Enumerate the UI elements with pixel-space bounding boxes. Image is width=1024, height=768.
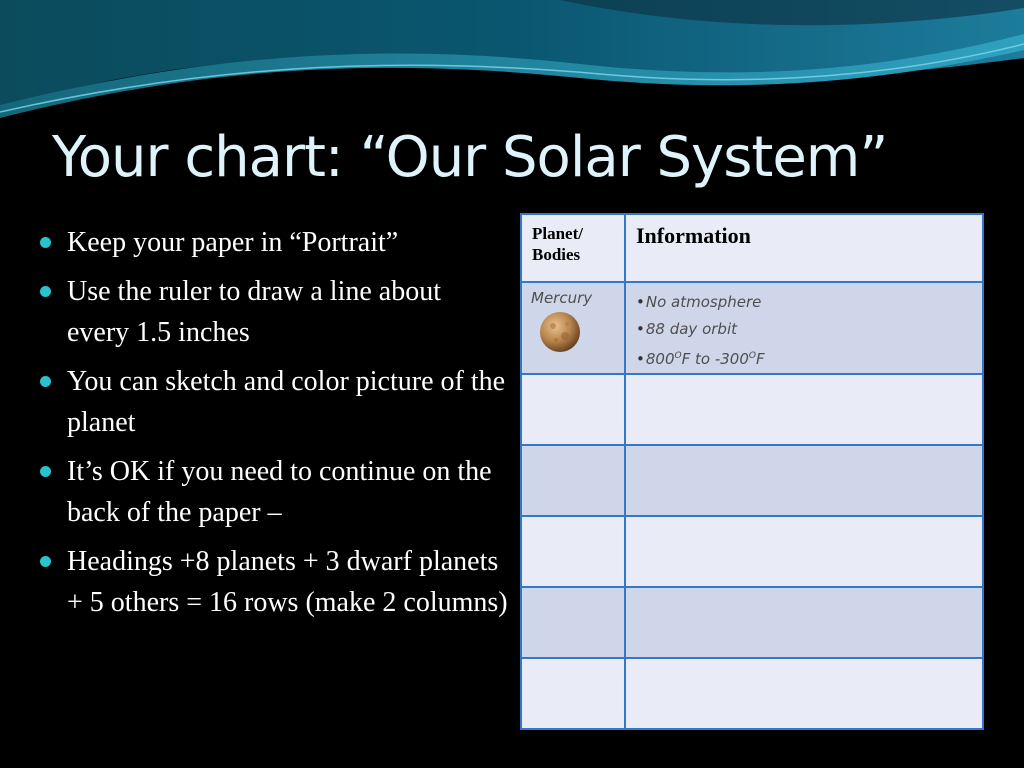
planet-cell	[520, 373, 626, 446]
information-cell	[624, 373, 984, 446]
bullet-item: Keep your paper in “Portrait”	[38, 222, 508, 263]
mercury-facts-list: No atmosphere 88 day orbit 800OF to -300…	[626, 283, 982, 373]
planet-cell	[520, 444, 626, 517]
planet-cell	[520, 515, 626, 588]
bullet-dot-icon	[40, 466, 51, 477]
bullet-text: You can sketch and color picture of the …	[67, 366, 506, 438]
information-cell	[624, 515, 984, 588]
bullet-dot-icon	[40, 286, 51, 297]
solar-system-table: Planet/ Bodies Information Mercury • No …	[520, 213, 984, 730]
table-row	[520, 444, 984, 517]
table-row	[520, 515, 984, 588]
bullet-item: It’s OK if you need to continue on the b…	[38, 451, 508, 533]
fact-item: No atmosphere	[636, 289, 982, 316]
information-cell	[624, 444, 984, 517]
fact-temp-range: F to -300	[681, 350, 749, 368]
header-wave-decoration	[0, 0, 1024, 118]
bullet-text: Use the ruler to draw a line about every…	[67, 276, 441, 348]
fact-temp-high: 800	[645, 350, 675, 368]
bullet-item: Use the ruler to draw a line about every…	[38, 271, 508, 353]
slide: Your chart: “Our Solar System” Keep your…	[0, 0, 1024, 768]
slide-title: Your chart: “Our Solar System”	[52, 125, 888, 190]
fact-item: 88 day orbit	[636, 316, 982, 343]
table-row: Mercury • No atmosphere • 88 day orbit •…	[520, 281, 984, 375]
planet-cell: Mercury	[520, 281, 626, 375]
bullet-dot-icon	[40, 376, 51, 387]
table-row	[520, 657, 984, 730]
header-planet-bodies: Planet/ Bodies	[520, 213, 626, 283]
bullet-text: Headings +8 planets + 3 dwarf planets + …	[67, 546, 508, 618]
information-cell	[624, 657, 984, 730]
degree-mark: O	[748, 351, 756, 361]
information-cell	[624, 586, 984, 659]
bullet-item: Headings +8 planets + 3 dwarf planets + …	[38, 541, 508, 623]
fact-item: 800OF to -300OF	[636, 343, 982, 373]
bullet-text: It’s OK if you need to continue on the b…	[67, 456, 492, 528]
bullet-text: Keep your paper in “Portrait”	[67, 227, 399, 258]
bullet-list: Keep your paper in “Portrait” Use the ru…	[38, 222, 508, 631]
information-cell: No atmosphere 88 day orbit 800OF to -300…	[624, 281, 984, 375]
bullet-dot-icon	[40, 556, 51, 567]
planet-cell	[520, 586, 626, 659]
fact-temp-unit: F	[755, 350, 765, 368]
bullet-dot-icon	[40, 237, 51, 248]
table-row	[520, 586, 984, 659]
bullet-item: You can sketch and color picture of the …	[38, 361, 508, 443]
table-header-row: Planet/ Bodies Information	[520, 213, 984, 283]
planet-cell	[520, 657, 626, 730]
planet-name: Mercury	[531, 289, 593, 307]
degree-mark: O	[674, 351, 682, 361]
table-row	[520, 373, 984, 446]
mercury-planet-icon	[540, 312, 580, 352]
header-information: Information	[624, 213, 984, 283]
